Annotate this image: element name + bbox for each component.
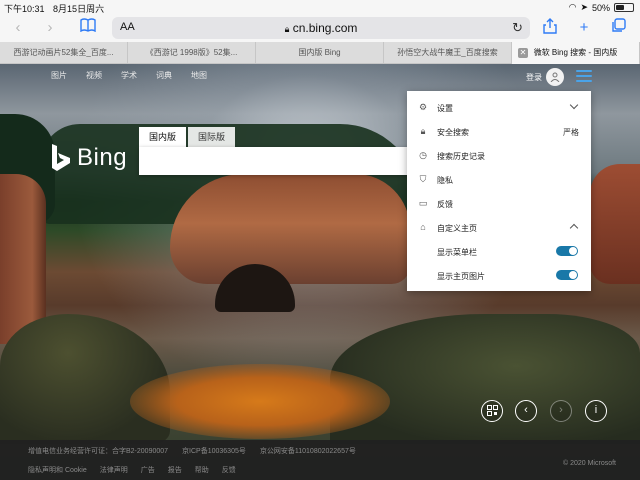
share-icon[interactable] [540, 18, 560, 38]
bookmarks-icon[interactable] [78, 18, 98, 38]
new-tab-icon[interactable]: + [574, 18, 594, 38]
menu-show-menu-bar: 显示菜单栏 [407, 241, 591, 261]
footer-feedback-link[interactable]: 反馈 [222, 465, 236, 475]
feedback-icon: ▭ [418, 198, 428, 208]
tab-5-active[interactable]: ✕ 微软 Bing 搜索 - 国内版 [512, 42, 640, 64]
lock-icon: 🔒︎ [420, 126, 426, 136]
location-icon: ➤ [580, 2, 588, 12]
tab-international[interactable]: 国际版 [188, 127, 236, 147]
next-image-icon[interactable]: › [550, 400, 572, 422]
status-date: 8月15日周六 [53, 4, 105, 14]
menu-settings[interactable]: ⚙ 设置 [407, 97, 591, 117]
footer-privacy-link[interactable]: 隐私声明和 Cookie [28, 465, 87, 475]
tab-4[interactable]: 孙悟空大战牛魔王_百度搜索 [384, 42, 512, 64]
footer-license[interactable]: 增值电信业务经营许可证：合字B2-20090007 [28, 446, 168, 456]
search-box[interactable] [139, 147, 419, 175]
tab-domestic[interactable]: 国内版 [139, 127, 187, 147]
footer-copyright: © 2020 Microsoft [562, 460, 616, 467]
toggle-show-menu-bar[interactable] [556, 246, 578, 256]
bing-logo: Bing [51, 144, 127, 172]
background-rock-arch [170, 174, 410, 284]
page-footer: 增值电信业务经营许可证：合字B2-20090007 京ICP备10036305号… [0, 440, 640, 480]
settings-menu: ⚙ 设置 🔒︎ 安全搜索 严格 ◷ 搜索历史记录 ⛉ 隐私 ▭ 反馈 ⌂ 自定义… [407, 91, 591, 291]
bing-logo-icon [51, 144, 71, 172]
nav-images[interactable]: 图片 [51, 70, 67, 81]
top-nav: 图片 视频 学术 词典 地图 [51, 70, 207, 81]
shield-icon: ⛉ [419, 174, 427, 184]
nav-maps[interactable]: 地图 [191, 70, 207, 81]
reload-icon[interactable]: ↻ [512, 20, 523, 36]
battery-icon [614, 3, 634, 12]
status-time: 下午10:31 [4, 4, 45, 14]
forward-icon[interactable]: › [40, 18, 60, 38]
chevron-down-icon [569, 100, 579, 110]
background-rocks-left [0, 314, 170, 444]
image-info-icon[interactable]: i [585, 400, 607, 422]
tab-3[interactable]: 国内版 Bing [256, 42, 384, 64]
battery-percent: 50% [591, 2, 610, 13]
footer-icp[interactable]: 京ICP备10036305号 [182, 446, 246, 456]
tab-strip: 西游记动画片52集全_百度... 《西游记 1998版》52集... 国内版 B… [0, 42, 640, 64]
close-tab-icon[interactable]: ✕ [518, 48, 528, 58]
safe-search-value: 严格 [563, 128, 579, 137]
hamburger-menu-icon[interactable] [576, 70, 592, 84]
menu-search-history[interactable]: ◷ 搜索历史记录 [407, 145, 591, 165]
footer-report-link[interactable]: 报告 [168, 465, 182, 475]
nav-academic[interactable]: 学术 [121, 70, 137, 81]
qr-code-icon[interactable] [481, 400, 503, 422]
background-water [130, 364, 390, 439]
bing-logo-text: Bing [77, 144, 128, 171]
gear-icon: ⚙ [418, 102, 428, 112]
lock-icon: 🔒︎ [284, 24, 290, 34]
browser-toolbar: ‹ › AA 🔒︎ cn.bing.com ↻ + [0, 14, 640, 42]
nav-videos[interactable]: 视频 [86, 70, 102, 81]
url-text: cn.bing.com [292, 21, 358, 35]
toggle-show-homepage-image[interactable] [556, 270, 578, 280]
tabs-overview-icon[interactable] [608, 18, 628, 38]
background-cliff-right [590, 164, 640, 284]
footer-legal-link[interactable]: 法律声明 [100, 465, 128, 475]
wifi-icon: ◠ [568, 2, 577, 12]
background-rocks-right [330, 314, 640, 444]
menu-privacy[interactable]: ⛉ 隐私 [407, 169, 591, 189]
address-bar[interactable]: AA 🔒︎ cn.bing.com ↻ [112, 17, 530, 39]
footer-ads-link[interactable]: 广告 [141, 465, 155, 475]
search-input[interactable] [139, 147, 419, 175]
menu-safe-search[interactable]: 🔒︎ 安全搜索 严格 [407, 121, 591, 141]
footer-help-link[interactable]: 帮助 [195, 465, 209, 475]
chevron-up-icon [569, 223, 579, 233]
menu-customize-homepage[interactable]: ⌂ 自定义主页 [407, 217, 591, 237]
home-icon: ⌂ [420, 222, 426, 232]
menu-feedback[interactable]: ▭ 反馈 [407, 193, 591, 213]
tab-2[interactable]: 《西游记 1998版》52集... [128, 42, 256, 64]
signin-link[interactable]: 登录 [526, 72, 542, 83]
bing-homepage: 图片 视频 学术 词典 地图 登录 Bing 国内版 国际版 ⚙ 设置 🔒︎ 安… [0, 64, 640, 480]
previous-image-icon[interactable]: ‹ [515, 400, 537, 422]
menu-show-homepage-image: 显示主页图片 [407, 265, 591, 285]
user-avatar-icon[interactable] [546, 68, 564, 86]
search-region-tabs: 国内版 国际版 [139, 127, 237, 147]
nav-dictionary[interactable]: 词典 [156, 70, 172, 81]
tab-1[interactable]: 西游记动画片52集全_百度... [0, 42, 128, 64]
status-bar: 下午10:31 8月15日周六 ◠ ➤ 50% [0, 0, 640, 14]
clock-icon: ◷ [419, 150, 427, 160]
footer-police-record[interactable]: 京公网安备11010802022657号 [260, 446, 356, 456]
back-icon[interactable]: ‹ [8, 18, 28, 38]
